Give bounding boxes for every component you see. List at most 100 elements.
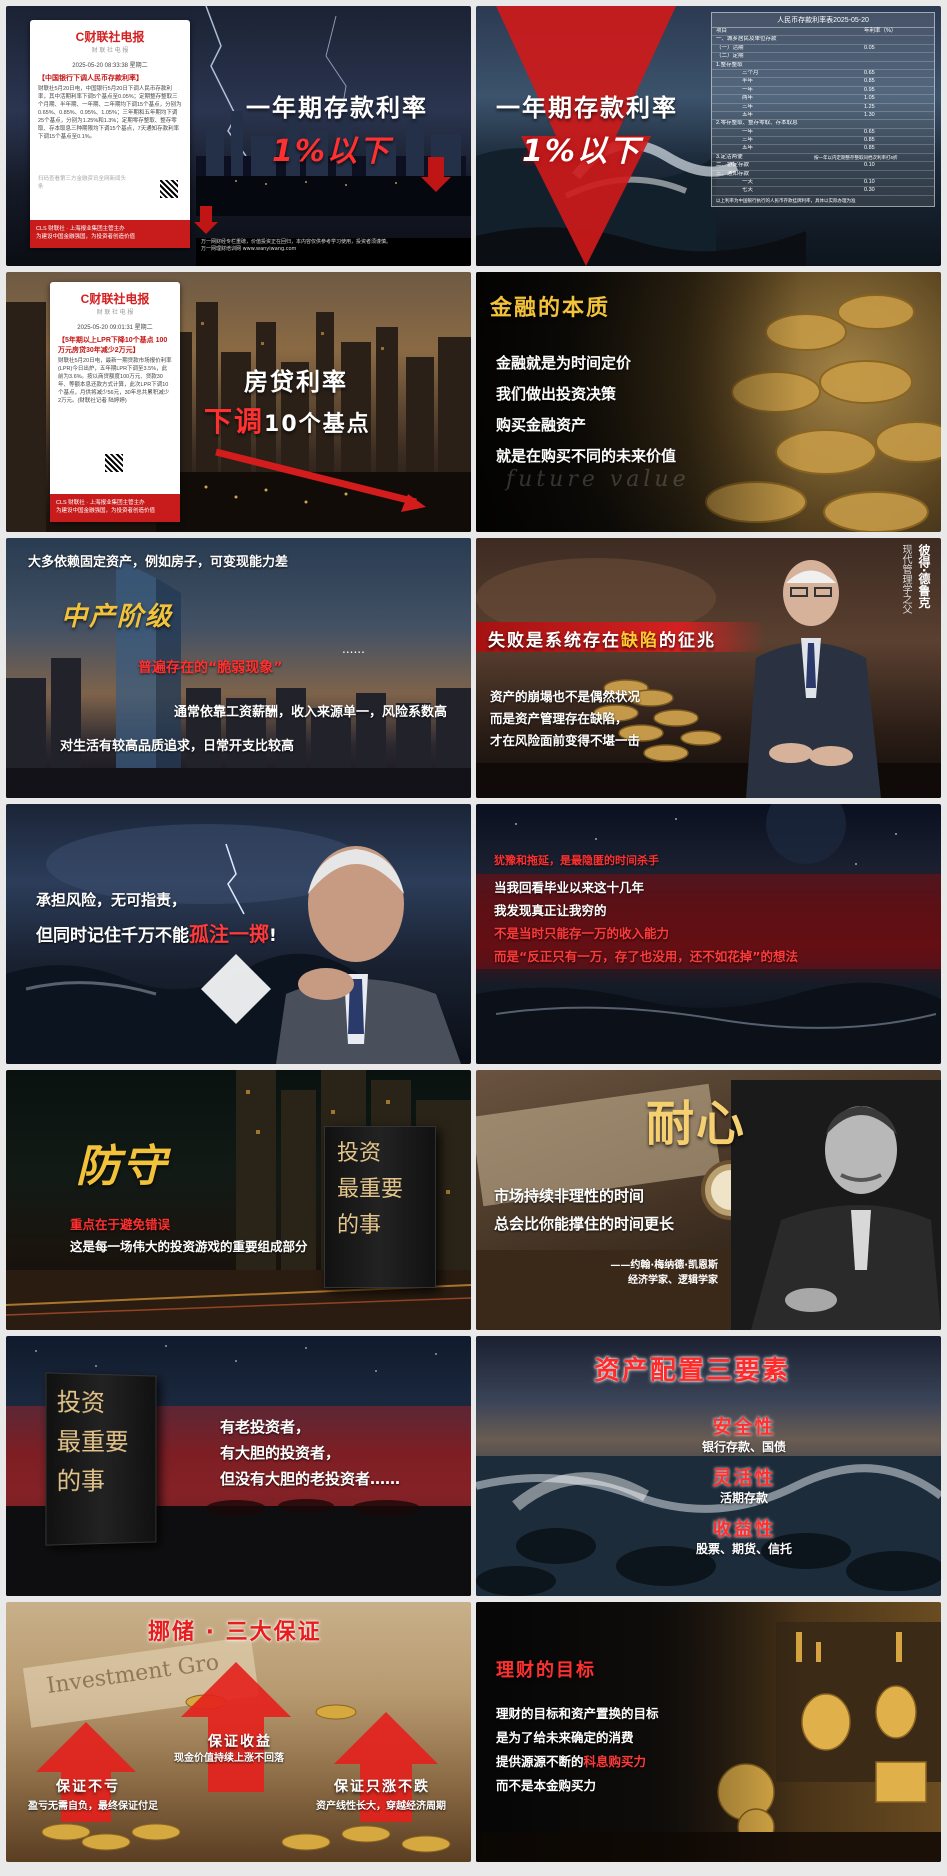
book-cover: 投资 最重要 的事	[324, 1126, 436, 1288]
rate-table: 人民币存款利率表2025-05-20 项目 年利率（%） 一、城乡居民及单位存款 …	[711, 12, 935, 207]
table-row: 五年 0.85	[712, 145, 934, 154]
table-row: 半年 0.85	[712, 78, 934, 87]
slide-drucker-failure[interactable]: 彼得·德鲁克 现代管理学之父 失败是系统存在缺陷的征兆 资产的崩塌也不是偶然状况…	[476, 538, 941, 798]
slide-title: 房贷利率	[244, 368, 348, 396]
slide-patience-keynes[interactable]: 耐心 市场持续非理性的时间 总会比你能撑住的时间更长 ——约翰·梅纳德·凯恩斯 …	[476, 1070, 941, 1330]
table-row: 三年 1.25	[712, 104, 934, 112]
qr-code-icon	[105, 454, 123, 472]
table-row: 一天 0.10	[712, 179, 934, 188]
table-row: （一）活期 0.05	[712, 45, 934, 54]
news-footer: CLS 财联社 · 上海报业集团主管主办 为建设中国金融强国，为投资者创造价值	[30, 220, 190, 248]
slide-title: 防守	[76, 1141, 168, 1192]
table-row: 2.零存整取、整存零取、存本取息	[712, 120, 934, 129]
top-line: 犹豫和拖延，是最隐匿的时间杀手	[494, 854, 659, 867]
slide-title: 金融的本质	[490, 296, 611, 321]
element-name: 灵活性	[712, 1467, 776, 1489]
element-desc: 股票、期货、信托	[696, 1542, 793, 1556]
slide-soros-risk[interactable]: 承担风险，无可指责， 但同时记住千万不能孤注一掷!	[6, 804, 471, 1064]
guarantee-right-label: 保证只涨不跌	[334, 1779, 430, 1795]
slide-procrastination[interactable]: 犹豫和拖延，是最隐匿的时间杀手 当我回看毕业以来这十几年 我发现真正让我穷的 不…	[476, 804, 941, 1064]
table-row: 一年 0.95	[712, 87, 934, 96]
table-row: 3.定活两便 按一年以内定期整存整取同档次利率打6折	[712, 154, 934, 163]
table-row: 三个月 0.65	[712, 70, 934, 79]
news-footer: CLS 财联社 · 上海报业集团主管主办 为建设中国金融强国，为投资者创造价值	[50, 494, 180, 522]
guarantee-left-desc: 盈亏无需自负，最终保证付足	[28, 1801, 158, 1812]
body-lines: 资产的崩塌也不是偶然状况 而是资产管理存在缺陷， 才在风险面前变得不堪一击	[490, 689, 641, 748]
guarantee-mid-desc: 现金价值持续上涨不回落	[174, 1753, 284, 1764]
element-name: 收益性	[712, 1518, 776, 1540]
body-line-2: 但同时记住千万不能孤注一掷!	[36, 922, 277, 946]
element-name: 安全性	[712, 1416, 776, 1438]
table-row: 二、协定存款 0.10	[712, 162, 934, 171]
portrait-keynes	[731, 1080, 941, 1330]
person-title: 现代管理学之父	[900, 544, 911, 614]
book-cover: 投资 最重要 的事	[45, 1372, 157, 1546]
element-desc: 活期存款	[720, 1491, 769, 1505]
body-line-2: 对生活有较高品质追求，日常开支比较高	[60, 739, 295, 754]
guarantee-right-desc: 资产线性长大，穿越经济周期	[316, 1801, 446, 1812]
slide-finance-essence[interactable]: 金融的本质 金融就是为时间定价 我们做出投资决策 购买金融资产 就是在购买不同的未来价…	[476, 272, 941, 532]
portrait-soros	[276, 846, 461, 1064]
body-line-1: 承担风险，无可指责，	[36, 891, 187, 909]
table-row: 三年 0.85	[712, 137, 934, 146]
element-list: 安全性 银行存款、国债 灵活性 活期存款 收益性 股票、期货、信托	[696, 1412, 792, 1557]
portrait-drucker	[746, 560, 881, 798]
slide-title: 耐心	[646, 1096, 747, 1152]
slide-deposit-rate-table[interactable]: 一年期存款利率 1%以下 人民币存款利率表2025-05-20 项目 年利率（%）…	[476, 6, 941, 266]
news-headline: 【5年期以上LPR下降10个基点 100万元房贷30年减少2万元】	[58, 337, 168, 354]
body-line-1: 通常依靠工资薪酬，收入来源单一，风险系数高	[174, 705, 448, 720]
slide-title: 中产阶级	[61, 602, 174, 632]
table-title: 人民币存款利率表2025-05-20	[712, 13, 934, 28]
slide-title: 理财的目标	[496, 1660, 596, 1681]
news-card: C财联社电报财 联 社 电 报 2025-05-20 09:01:31 星期二 …	[50, 282, 180, 522]
table-row: 七天 0.30	[712, 187, 934, 196]
slide-asset-allocation[interactable]: 资产配置三要素 安全性 银行存款、国债 灵活性 活期存款 收益性 股票、期货、信…	[476, 1336, 941, 1596]
qr-code-icon	[160, 180, 178, 198]
top-line: 大多依赖固定资产，例如房子，可变现能力差	[28, 555, 289, 570]
body-lines: 市场持续非理性的时间 总会比你能撑住的时间更长	[494, 1187, 675, 1233]
slide-subtitle: 1%以下	[272, 134, 391, 169]
slide-mortgage-rate[interactable]: C财联社电报财 联 社 电 报 2025-05-20 09:01:31 星期二 …	[6, 272, 471, 532]
slide-three-guarantees[interactable]: Investment Gro 挪储 · 三大保证 保证收益 现金价值持续上涨不回…	[6, 1602, 471, 1862]
news-body: 财联社5月20日电，最新一期贷款市场报价利率(LPR)今日出炉，五年期LPR下调…	[58, 358, 172, 404]
body-lines: 理财的目标和资产置换的目标 是为了给未来确定的消费 提供源源不断的科息购买力 而…	[496, 1706, 659, 1793]
news-body: 财联社5月20日电，中国银行5月20日下调人民币存款利率，其中活期利率下调5个基…	[38, 86, 182, 140]
body-lines: 金融就是为时间定价 我们做出投资决策 购买金融资产 就是在购买不同的未来价值	[496, 354, 677, 465]
attribution: ——约翰·梅纳德·凯恩斯 经济学家、逻辑学家	[610, 1260, 718, 1286]
table-row: 五年 1.30	[712, 112, 934, 121]
news-logo: C财联社电报财 联 社 电 报	[75, 30, 145, 54]
news-small-text: 扫码查看第三方金融资讯全网新闻头条	[38, 176, 127, 190]
white-line: 这是每一场伟大的投资游戏的重要组成部分	[70, 1239, 308, 1254]
table-row: 三、通知存款	[712, 171, 934, 180]
watermark-text: future value	[506, 467, 690, 492]
slide-title: 一年期存款利率	[496, 94, 678, 122]
guarantee-left-label: 保证不亏	[56, 1779, 120, 1795]
slide-subtitle: 1%以下	[522, 134, 641, 169]
red-line: 普遍存在的“脆弱现象”	[138, 660, 283, 676]
person-name: 彼得·德鲁克	[917, 544, 931, 609]
news-date: 2025-05-20 08:33:38 星期二	[72, 63, 148, 69]
slide-deposit-rate-news[interactable]: C财联社电报财 联 社 电 报 2025-05-20 08:33:38 星期二 …	[6, 6, 471, 266]
table-row: 1.整存整取	[712, 62, 934, 70]
guarantee-mid-label: 保证收益	[208, 1734, 272, 1750]
slide-title: 资产配置三要素	[594, 1356, 791, 1386]
news-card: C财联社电报财 联 社 电 报 2025-05-20 08:33:38 星期二 …	[30, 20, 190, 248]
slide-grid: C财联社电报财 联 社 电 报 2025-05-20 08:33:38 星期二 …	[6, 6, 941, 1870]
table-row: 两年 1.05	[712, 95, 934, 104]
ellipsis: ......	[342, 642, 365, 656]
table-row: （二）定期	[712, 53, 934, 62]
table-header: 项目 年利率（%）	[712, 28, 934, 37]
slide-subtitle: 下调10个基点	[204, 405, 371, 438]
news-date: 2025-05-20 09:01:31 星期二	[77, 325, 153, 331]
slide-title: 一年期存款利率	[246, 94, 428, 122]
news-headline: 【中国银行下调人民币存款利率】	[38, 75, 143, 82]
slide-old-investors[interactable]: 投资 最重要 的事 有老投资者， 有大胆的投资者， 但没有大胆的老投资者……	[6, 1336, 471, 1596]
slide-title: 挪储 · 三大保证	[148, 1620, 322, 1645]
table-row: 一、城乡居民及单位存款	[712, 36, 934, 45]
slide-wealth-goal[interactable]: 理财的目标 理财的目标和资产置换的目标 是为了给未来确定的消费 提供源源不断的科…	[476, 1602, 941, 1862]
body-lines: 当我回看毕业以来这十几年 我发现真正让我穷的 不是当时只能存一万的收入能力 而是…	[494, 880, 798, 964]
slide-defense[interactable]: 投资 最重要 的事 防守 重点在于避免错误 这是每一场伟大的投资游戏的重要组成部…	[6, 1070, 471, 1330]
body-lines: 有老投资者， 有大胆的投资者， 但没有大胆的老投资者……	[220, 1418, 401, 1488]
footer-text: 万一网财经专栏重磅，价值投资正在回归，本内容仅供参考学习使用，投资者须谨慎。 万…	[201, 239, 392, 252]
slide-middle-class[interactable]: 大多依赖固定资产，例如房子，可变现能力差 中产阶级 ...... 普遍存在的“脆…	[6, 538, 471, 798]
